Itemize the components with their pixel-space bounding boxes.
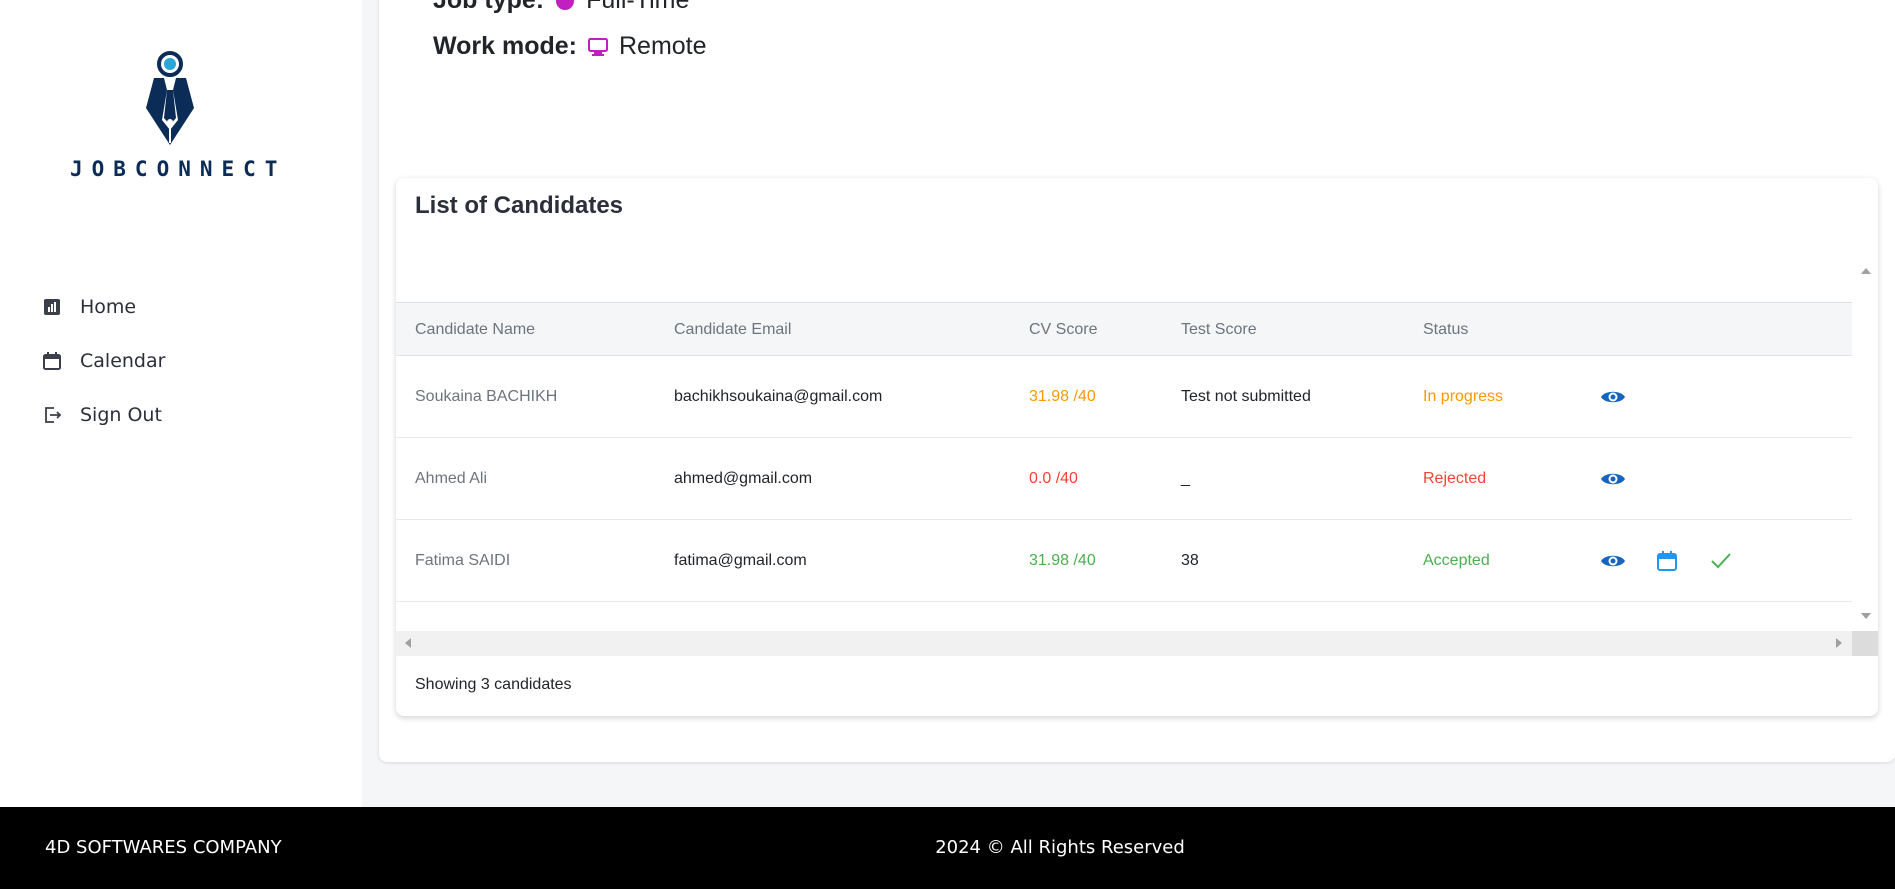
- job-type-value: Full-Time: [586, 0, 690, 14]
- check-icon: [1711, 553, 1731, 569]
- brand-logo[interactable]: JOBCONNECT: [70, 50, 287, 181]
- candidate-email: bachikhsoukaina@gmail.com: [674, 388, 883, 405]
- eye-icon: [1601, 555, 1625, 567]
- horizontal-scrollbar[interactable]: [396, 631, 1878, 656]
- page-footer: 4D SOFTWARES COMPANY 2024 © All Rights R…: [0, 807, 1895, 889]
- status-badge: In progress: [1423, 388, 1504, 405]
- schedule-interview-button[interactable]: [1653, 547, 1681, 575]
- footer-copyright: 2024 © All Rights Reserved: [935, 837, 1185, 858]
- test-score: Test not submitted: [1181, 388, 1311, 405]
- vertical-scrollbar[interactable]: [1852, 258, 1878, 631]
- scroll-left-arrow-icon[interactable]: [405, 638, 411, 648]
- table-row: Fatima SAIDI fatima@gmail.com 31.98 /40 …: [396, 520, 1852, 602]
- status-badge: Rejected: [1423, 470, 1487, 487]
- table-row: Soukaina BACHIKH bachikhsoukaina@gmail.c…: [396, 356, 1852, 438]
- monitor-icon: [587, 36, 609, 58]
- sidebar-item-label: Home: [80, 296, 137, 318]
- view-candidate-button[interactable]: [1599, 465, 1627, 493]
- table-footer-count: Showing 3 candidates: [415, 676, 572, 693]
- work-mode-row: Work mode: Remote: [433, 32, 707, 61]
- column-header-name[interactable]: Candidate Name: [415, 303, 535, 357]
- chart-icon: [40, 295, 64, 319]
- job-type-row: Job type: Full-Time: [433, 0, 689, 15]
- work-mode-value: Remote: [619, 32, 707, 60]
- candidates-title: List of Candidates: [415, 192, 624, 219]
- eye-icon: [1601, 391, 1625, 403]
- scroll-down-arrow-icon[interactable]: [1861, 613, 1871, 619]
- candidates-table: Candidate Name Candidate Email CV Score …: [396, 258, 1878, 656]
- sidebar-nav: Home Calendar Sign Out: [40, 280, 340, 442]
- test-score: _: [1181, 470, 1190, 487]
- calendar-icon: [40, 349, 64, 373]
- table-row: Ahmed Ali ahmed@gmail.com 0.0 /40 _ Reje…: [396, 438, 1852, 520]
- test-score: 38: [1181, 552, 1199, 569]
- logo-icon: [146, 51, 194, 145]
- sidebar-item-label: Calendar: [80, 350, 166, 372]
- brand-name: JOBCONNECT: [70, 157, 287, 181]
- scroll-right-arrow-icon[interactable]: [1836, 638, 1842, 648]
- view-candidate-button[interactable]: [1599, 383, 1627, 411]
- logout-icon: [40, 403, 64, 427]
- candidate-name: Fatima SAIDI: [415, 552, 511, 569]
- candidate-name: Soukaina BACHIKH: [415, 388, 558, 405]
- scrollbar-corner: [1852, 631, 1878, 656]
- sidebar-item-sign-out[interactable]: Sign Out: [40, 388, 340, 442]
- column-header-test-score[interactable]: Test Score: [1181, 303, 1257, 357]
- column-header-cv-score[interactable]: CV Score: [1029, 303, 1097, 357]
- sidebar-item-calendar[interactable]: Calendar: [40, 334, 340, 388]
- candidate-email: ahmed@gmail.com: [674, 470, 813, 487]
- accept-button[interactable]: [1707, 547, 1735, 575]
- column-header-email[interactable]: Candidate Email: [674, 303, 791, 357]
- sidebar: JOBCONNECT Home Calendar Sign Out: [0, 0, 362, 807]
- cv-score: 31.98 /40: [1029, 552, 1096, 569]
- sidebar-item-label: Sign Out: [80, 404, 162, 426]
- calendar-icon: [1657, 551, 1677, 571]
- scroll-up-arrow-icon[interactable]: [1861, 268, 1871, 274]
- table-header: Candidate Name Candidate Email CV Score …: [396, 302, 1852, 356]
- job-type-label: Job type:: [433, 0, 545, 14]
- sidebar-item-home[interactable]: Home: [40, 280, 340, 334]
- clock-icon: [554, 0, 576, 12]
- column-header-status[interactable]: Status: [1423, 303, 1468, 357]
- status-badge: Accepted: [1423, 552, 1490, 569]
- eye-icon: [1601, 473, 1625, 485]
- work-mode-label: Work mode:: [433, 32, 577, 60]
- cv-score: 0.0 /40: [1029, 470, 1078, 487]
- cv-score: 31.98 /40: [1029, 388, 1096, 405]
- candidate-name: Ahmed Ali: [415, 470, 488, 487]
- candidates-card: List of Candidates Candidate Name Candid…: [396, 178, 1878, 716]
- view-candidate-button[interactable]: [1599, 547, 1627, 575]
- candidate-email: fatima@gmail.com: [674, 552, 807, 569]
